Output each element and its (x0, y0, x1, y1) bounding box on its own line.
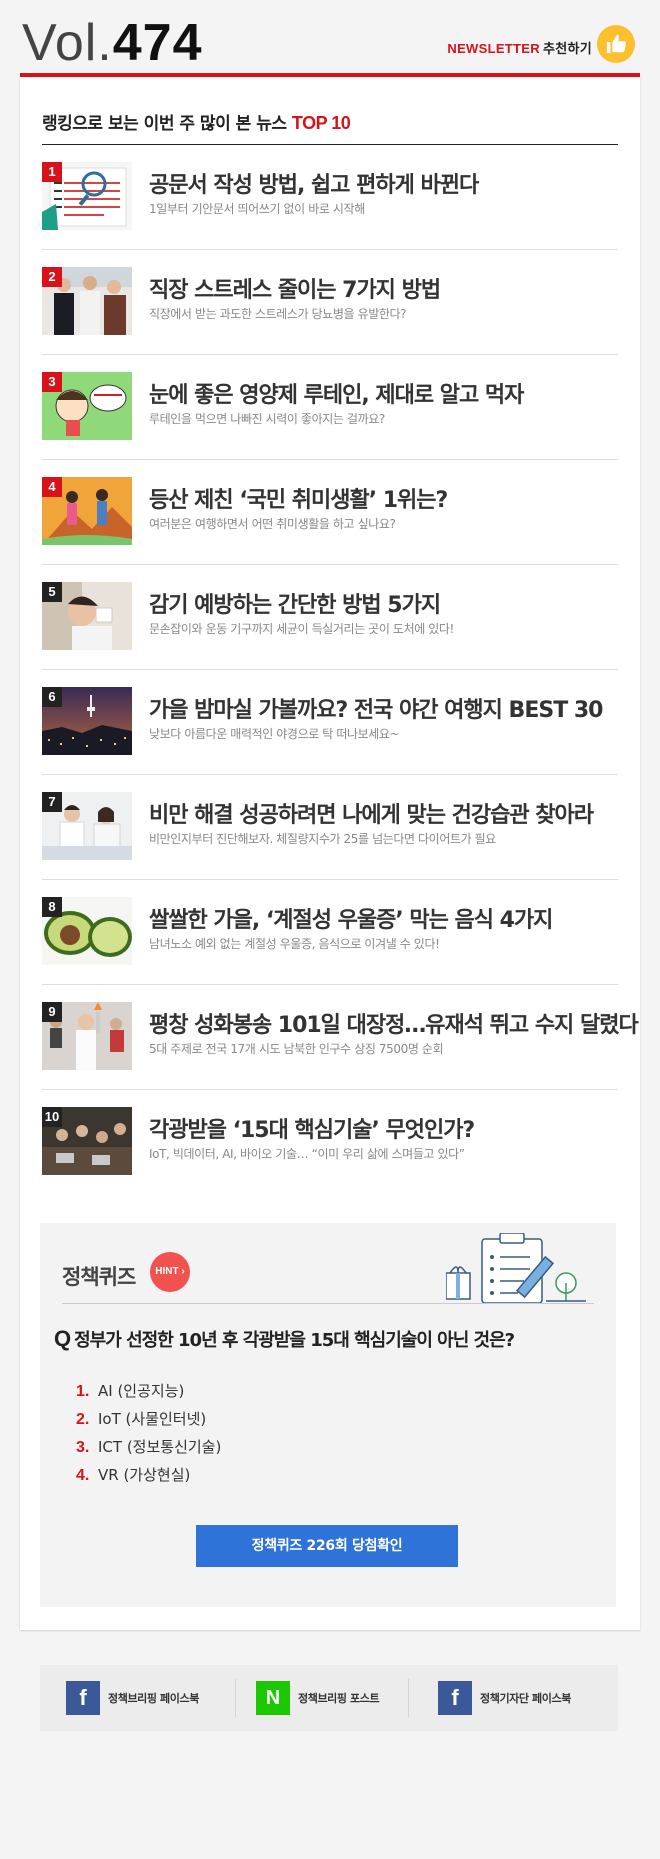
option-number: 4. (76, 1467, 90, 1484)
news-title[interactable]: 쌀쌀한 가을, ‘계절성 우울증’ 막는 음식 4가지 (149, 902, 553, 934)
option-number: 3. (76, 1439, 90, 1456)
rank-badge: 1 (42, 162, 62, 182)
footer-divider (408, 1679, 409, 1717)
news-item[interactable]: 4 등산 제친 ‘국민 취미생활’ 1위는? 여러분은 여행하면서 어떤 취미생… (42, 460, 618, 565)
news-title[interactable]: 각광받을 ‘15대 핵심기술’ 무엇인가? (149, 1112, 475, 1144)
news-thumbnail[interactable]: 10 (42, 1107, 132, 1175)
thumbs-up-icon (606, 34, 626, 54)
newsletter-label: NEWSLETTER (447, 41, 540, 56)
option-text: ICT (정보통신기술) (98, 1438, 222, 1456)
news-title[interactable]: 직장 스트레스 줄이는 7가지 방법 (149, 272, 441, 304)
news-title[interactable]: 감기 예방하는 간단한 방법 5가지 (149, 587, 441, 619)
news-item[interactable]: 10 각광받을 ‘15대 핵심기술’ 무엇인가? IoT, 빅데이터, AI, … (42, 1090, 618, 1195)
rank-badge: 9 (42, 1002, 62, 1022)
news-thumbnail[interactable]: 2 (42, 267, 132, 335)
quiz-option: 1. AI (인공지능) (76, 1380, 221, 1408)
news-subtitle: 5대 주제로 전국 17개 시도 남북한 인구수 상징 7500명 순회 (149, 1042, 444, 1056)
hint-button[interactable]: HINT › (150, 1252, 190, 1292)
footer-link-label: 정책브리핑 포스트 (298, 1692, 380, 1705)
news-item[interactable]: 3 눈에 좋은 영양제 루테인, 제대로 알고 먹자 루테인을 먹으면 나빠진 … (42, 355, 618, 460)
option-text: AI (인공지능) (98, 1382, 185, 1400)
recommend-label: 추천하기 (542, 41, 592, 56)
news-subtitle: 남녀노소 예외 없는 계절성 우울증, 음식으로 이겨낼 수 있다! (149, 937, 440, 951)
rank-badge: 2 (42, 267, 62, 287)
news-thumbnail[interactable]: 8 (42, 897, 132, 965)
news-item[interactable]: 7 비만 해결 성공하려면 나에게 맞는 건강습관 찾아라 비만인지부터 진단해… (42, 775, 618, 880)
news-subtitle: 낮보다 아름다운 매력적인 야경으로 탁 떠나보세요~ (149, 727, 400, 741)
ranking-title-top: TOP 10 (291, 113, 351, 133)
question-icon: Q (54, 1326, 71, 1351)
rank-badge: 3 (42, 372, 62, 392)
news-thumbnail[interactable]: 4 (42, 477, 132, 545)
volume-title: Vol.474 (22, 14, 203, 72)
quiz-clipboard-illustration (446, 1233, 586, 1303)
thumbs-up-button[interactable] (597, 25, 635, 63)
option-text: VR (가상현실) (98, 1466, 191, 1484)
news-item[interactable]: 6 가을 밤마실 가볼까요? 전국 야간 여행지 BEST 30 낮보다 아름다… (42, 670, 618, 775)
news-thumbnail[interactable]: 1 (42, 162, 132, 230)
news-item[interactable]: 8 쌀쌀한 가을, ‘계절성 우울증’ 막는 음식 4가지 남녀노소 예외 없는… (42, 880, 618, 985)
quiz-option: 3. ICT (정보통신기술) (76, 1436, 221, 1464)
news-subtitle: 비만인지부터 진단해보자. 체질량지수가 25를 넘는다면 다이어트가 필요 (149, 832, 496, 846)
policy-quiz: 정책퀴즈 HINT › Q 정부가 선정한 10년 후 각광받을 15대 핵심기술… (40, 1223, 616, 1607)
news-title[interactable]: 눈에 좋은 영양제 루테인, 제대로 알고 먹자 (149, 377, 524, 409)
volume-prefix: Vol. (22, 14, 113, 72)
ranking-title: 랭킹으로 보는 이번 주 많이 본 뉴스 TOP 10 (42, 109, 351, 134)
news-subtitle: IoT, 빅데이터, AI, 바이오 기술… “이미 우리 삶에 스며들고 있다… (149, 1147, 465, 1161)
content-card: 랭킹으로 보는 이번 주 많이 본 뉴스 TOP 10 1 공문서 작성 방법,… (20, 77, 640, 1630)
footer-link-label: 정책브리핑 페이스북 (108, 1692, 199, 1705)
social-footer: f 정책브리핑 페이스북 N 정책브리핑 포스트 f 정책기자단 페이스북 (40, 1665, 618, 1731)
news-item[interactable]: 2 직장 스트레스 줄이는 7가지 방법 직장에서 받는 과도한 스트레스가 당… (42, 250, 618, 355)
news-item[interactable]: 9 평창 성화봉송 101일 대장정…유재석 뛰고 수지 달렸다 5대 주제로 … (42, 985, 639, 1090)
quiz-winner-check-button[interactable]: 정책퀴즈 226회 당첨확인 (196, 1525, 458, 1567)
news-item[interactable]: 5 감기 예방하는 간단한 방법 5가지 문손잡이와 운동 기구까지 세균이 득… (42, 565, 618, 670)
option-number: 1. (76, 1383, 90, 1400)
quiz-option: 2. IoT (사물인터넷) (76, 1408, 221, 1436)
quiz-question: Q 정부가 선정한 10년 후 각광받을 15대 핵심기술이 아닌 것은? (54, 1326, 515, 1352)
news-subtitle: 1일부터 기안문서 띄어쓰기 없이 바로 시작해 (149, 202, 365, 216)
quiz-question-text: 정부가 선정한 10년 후 각광받을 15대 핵심기술이 아닌 것은? (74, 1330, 515, 1351)
newsletter-header: Vol.474 NEWSLETTER 추천하기 (20, 0, 640, 80)
news-subtitle: 문손잡이와 운동 기구까지 세균이 득실거리는 곳이 도처에 있다! (149, 622, 454, 636)
footer-link-label: 정책기자단 페이스북 (480, 1692, 571, 1705)
rank-badge: 8 (42, 897, 62, 917)
news-title[interactable]: 등산 제친 ‘국민 취미생활’ 1위는? (149, 482, 448, 514)
hint-label: HINT (155, 1266, 179, 1277)
news-title[interactable]: 공문서 작성 방법, 쉽고 편하게 바뀐다 (149, 167, 479, 199)
news-subtitle: 여러분은 여행하면서 어떤 취미생활을 하고 싶나요? (149, 517, 396, 531)
news-thumbnail[interactable]: 7 (42, 792, 132, 860)
news-thumbnail[interactable]: 3 (42, 372, 132, 440)
facebook-icon: f (66, 1681, 100, 1715)
option-number: 2. (76, 1411, 90, 1428)
rank-badge: 4 (42, 477, 62, 497)
news-subtitle: 직장에서 받는 과도한 스트레스가 당뇨병을 유발한다? (149, 307, 407, 321)
footer-link-briefing-post[interactable]: N 정책브리핑 포스트 (256, 1679, 380, 1717)
facebook-icon: f (438, 1681, 472, 1715)
news-title[interactable]: 가을 밤마실 가볼까요? 전국 야간 여행지 BEST 30 (149, 692, 603, 724)
option-text: IoT (사물인터넷) (98, 1410, 207, 1428)
news-item[interactable]: 1 공문서 작성 방법, 쉽고 편하게 바뀐다 1일부터 기안문서 띄어쓰기 없… (42, 145, 618, 250)
footer-divider (235, 1679, 236, 1717)
footer-link-reporters-facebook[interactable]: f 정책기자단 페이스북 (438, 1679, 571, 1717)
quiz-options: 1. AI (인공지능) 2. IoT (사물인터넷) 3. ICT (정보통신기술)… (76, 1380, 221, 1492)
rank-badge: 10 (42, 1107, 62, 1127)
rank-badge: 5 (42, 582, 62, 602)
quiz-label: 정책퀴즈 (62, 1265, 136, 1289)
news-thumbnail[interactable]: 6 (42, 687, 132, 755)
rank-badge: 7 (42, 792, 62, 812)
news-subtitle: 루테인을 먹으면 나빠진 시력이 좋아지는 걸까요? (149, 412, 385, 426)
rank-badge: 6 (42, 687, 62, 707)
quiz-divider (62, 1303, 594, 1304)
news-title[interactable]: 평창 성화봉송 101일 대장정…유재석 뛰고 수지 달렸다 (149, 1007, 639, 1039)
quiz-option: 4. VR (가상현실) (76, 1464, 221, 1492)
naver-icon: N (256, 1681, 290, 1715)
volume-number: 474 (112, 14, 203, 72)
news-thumbnail[interactable]: 9 (42, 1002, 132, 1070)
newsletter-recommend-link[interactable]: NEWSLETTER 추천하기 (447, 38, 592, 57)
news-title[interactable]: 비만 해결 성공하려면 나에게 맞는 건강습관 찾아라 (149, 797, 594, 829)
news-thumbnail[interactable]: 5 (42, 582, 132, 650)
footer-link-briefing-facebook[interactable]: f 정책브리핑 페이스북 (66, 1679, 199, 1717)
ranking-title-text: 랭킹으로 보는 이번 주 많이 본 뉴스 (42, 114, 287, 134)
